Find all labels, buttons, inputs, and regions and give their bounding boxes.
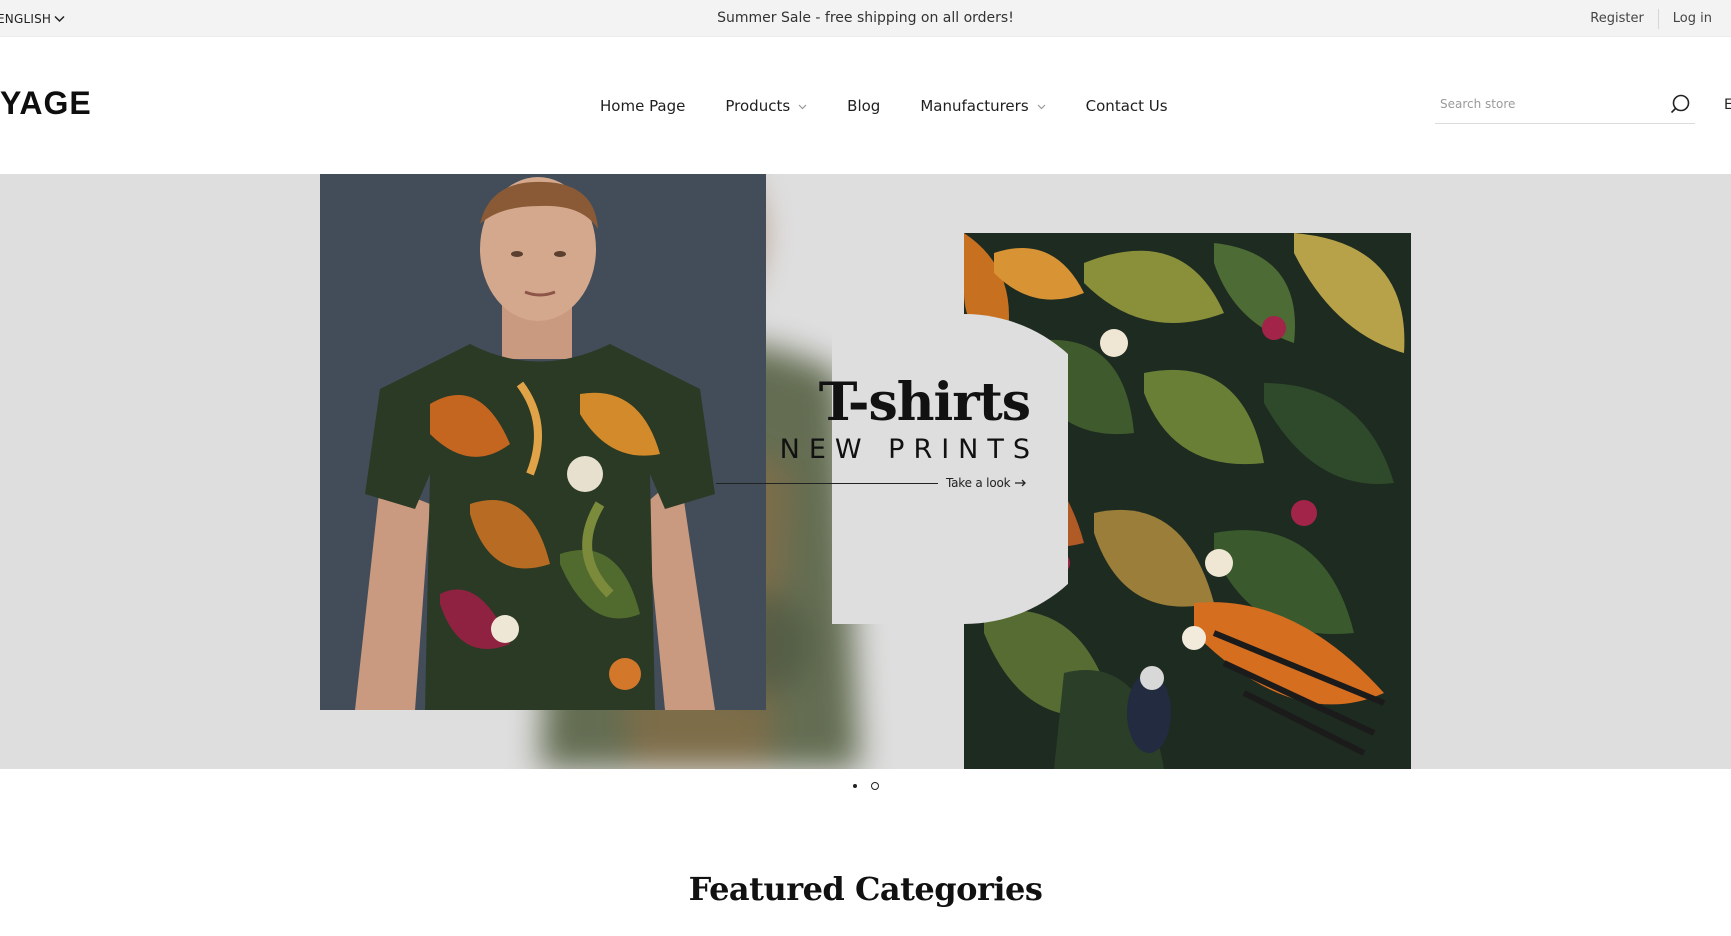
hero-slider[interactable]: T-shirts NEW PRINTS Take a look — [0, 174, 1731, 769]
cta-line — [716, 482, 938, 484]
search-input[interactable] — [1435, 96, 1657, 112]
slider-pagination — [0, 782, 1731, 790]
search-icon[interactable] — [1669, 93, 1691, 115]
hero-circle-overlay — [832, 314, 1068, 624]
cta-label: Take a look — [946, 476, 1011, 490]
hero-title: T-shirts — [818, 372, 1031, 433]
site-logo[interactable]: YAGE — [0, 85, 92, 122]
chevron-down-icon — [1037, 104, 1046, 109]
nav-label: Blog — [847, 96, 881, 115]
top-bar: ENGLISH Summer Sale - free shipping on a… — [0, 0, 1731, 37]
language-label: ENGLISH — [0, 11, 52, 26]
hero-copy: T-shirts NEW PRINTS — [700, 372, 1031, 468]
nav-label: Manufacturers — [920, 96, 1029, 115]
main-nav: Home Page Products Blog Manufacturers Co… — [600, 37, 1208, 174]
nav-blog[interactable]: Blog — [847, 97, 880, 115]
nav-label: Products — [725, 96, 791, 115]
slider-dot[interactable] — [870, 782, 879, 790]
register-link[interactable]: Register — [1576, 11, 1658, 26]
header-cutoff-text: E — [1724, 97, 1731, 113]
login-link[interactable]: Log in — [1659, 11, 1726, 26]
chevron-down-icon — [798, 104, 807, 109]
promo-banner: Summer Sale - free shipping on all order… — [717, 10, 1014, 26]
nav-contact[interactable]: Contact Us — [1086, 97, 1168, 115]
nav-label: Contact Us — [1085, 96, 1168, 115]
nav-home[interactable]: Home Page — [600, 97, 685, 115]
section-title: Featured Categories — [688, 870, 1043, 908]
nav-label: Home Page — [600, 96, 686, 115]
chevron-down-icon — [54, 15, 65, 22]
account-links: Register Log in — [1576, 0, 1726, 37]
slider-dot-active[interactable] — [852, 784, 857, 788]
hero-subtitle: NEW PRINTS — [779, 434, 1039, 465]
site-header: YAGE Home Page Products Blog Manufacture… — [0, 37, 1731, 174]
take-a-look-link[interactable]: Take a look — [716, 473, 1028, 493]
nav-products[interactable]: Products — [725, 97, 807, 115]
nav-manufacturers[interactable]: Manufacturers — [920, 96, 1046, 115]
arrow-right-icon — [1015, 479, 1027, 487]
language-selector[interactable]: ENGLISH — [0, 0, 65, 37]
search-box — [1435, 85, 1695, 124]
